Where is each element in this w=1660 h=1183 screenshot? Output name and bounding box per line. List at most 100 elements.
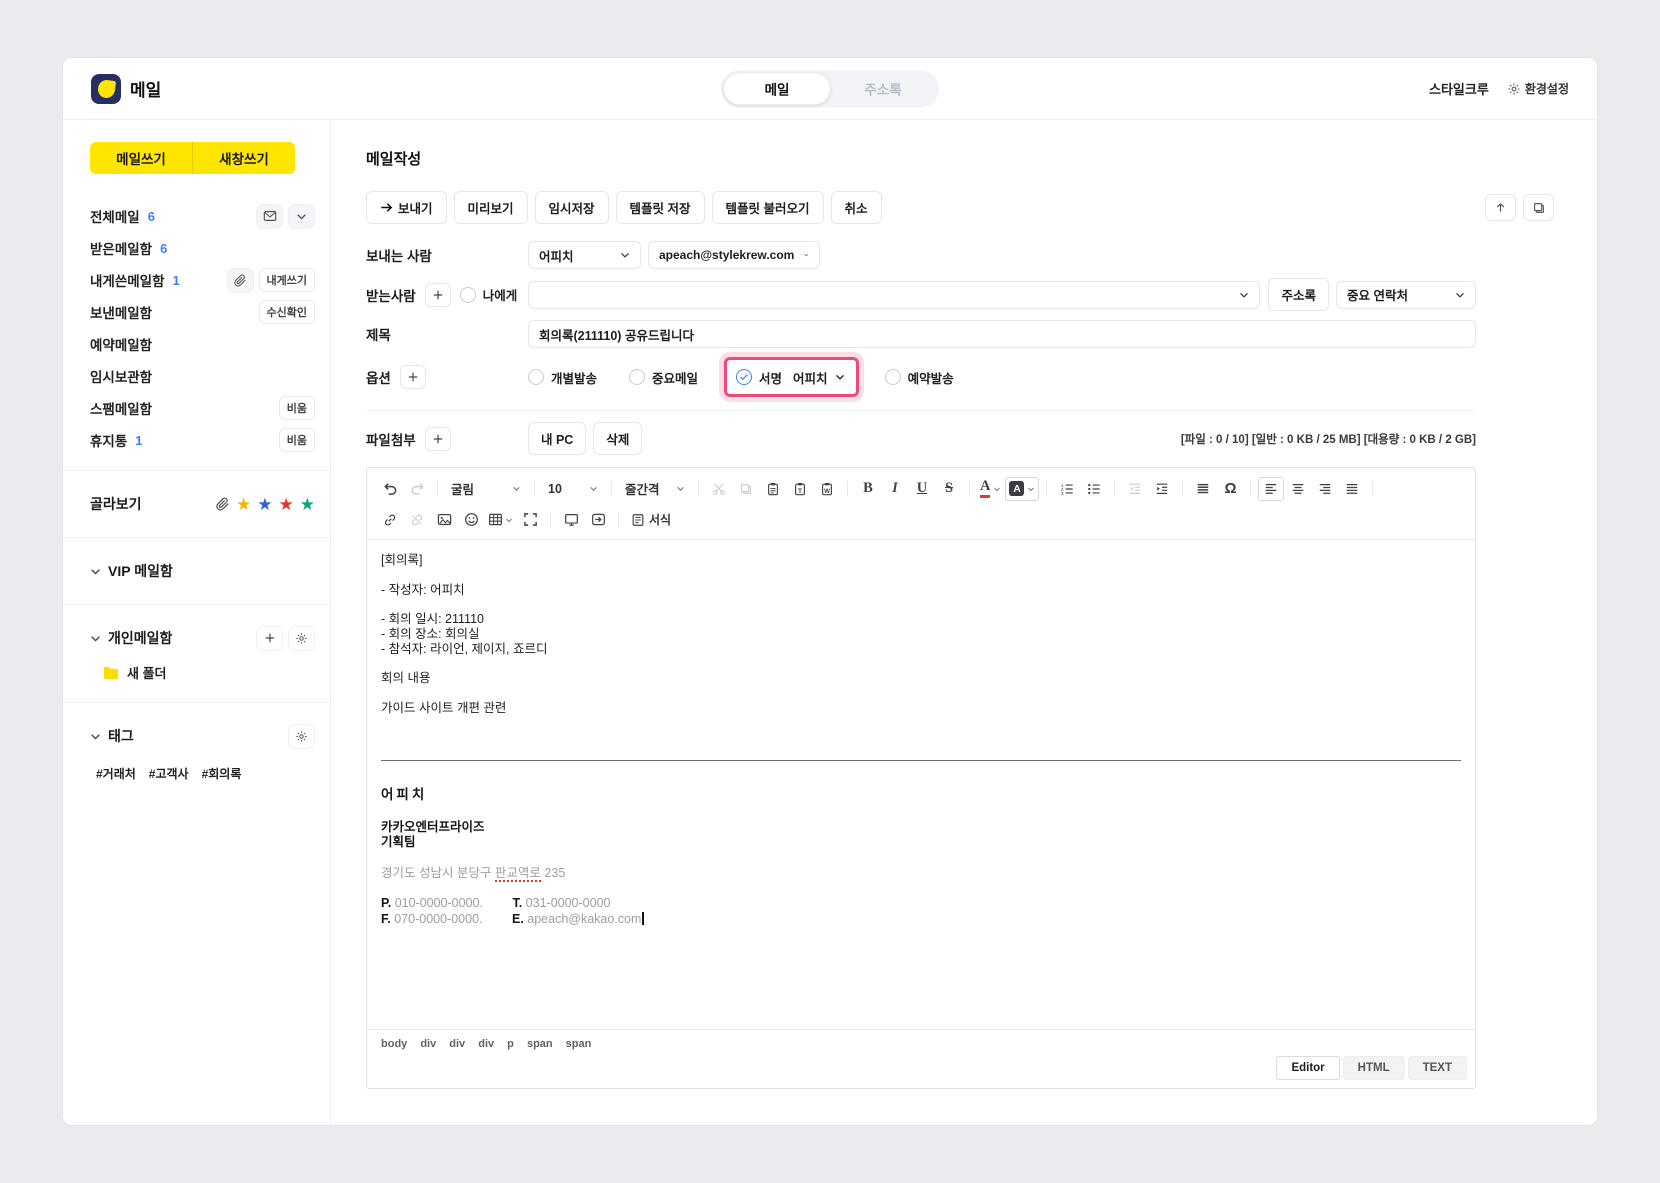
font-color-icon[interactable]: A: [977, 477, 1004, 501]
save-draft-button[interactable]: 임시저장: [535, 191, 609, 224]
insert-link-icon[interactable]: [377, 508, 403, 532]
align-justify-icon[interactable]: [1339, 477, 1365, 501]
sidebar-item-scheduled[interactable]: 예약메일함: [63, 328, 330, 360]
popout-copy-button[interactable]: [1523, 194, 1554, 221]
send-button[interactable]: 보내기: [366, 191, 447, 224]
align-right-icon[interactable]: [1312, 477, 1338, 501]
paste-from-word-icon[interactable]: W: [814, 477, 840, 501]
delete-attachment-button[interactable]: 삭제: [593, 422, 642, 455]
redo-icon[interactable]: [404, 477, 430, 501]
important-mail-checkbox[interactable]: 중요메일: [629, 368, 698, 387]
font-size-select[interactable]: 10: [542, 482, 604, 496]
workspace-name[interactable]: 스타일크루: [1429, 79, 1489, 98]
insert-image-icon[interactable]: [431, 508, 457, 532]
sidebar-item-new-folder[interactable]: 새 폴더: [63, 657, 330, 688]
compose-mail-button[interactable]: 메일쓰기: [90, 142, 192, 174]
special-char-icon[interactable]: Ω: [1217, 477, 1243, 501]
save-template-button[interactable]: 템플릿 저장: [616, 191, 705, 224]
mode-tab-text[interactable]: TEXT: [1408, 1056, 1467, 1080]
tab-addressbook[interactable]: 주소록: [830, 73, 936, 104]
bullet-list-icon[interactable]: [1081, 477, 1107, 501]
strikethrough-icon[interactable]: S: [936, 477, 962, 501]
paperclip-icon[interactable]: [227, 268, 254, 293]
remove-link-icon[interactable]: [404, 508, 430, 532]
sidebar-item-drafts[interactable]: 임시보관함: [63, 360, 330, 392]
signature-select[interactable]: 어피치: [791, 364, 847, 390]
add-recipient-button[interactable]: [425, 283, 451, 307]
filter-label[interactable]: 골라보기: [90, 494, 142, 514]
app-logo[interactable]: 메일: [91, 74, 161, 104]
fullscreen-icon[interactable]: [517, 508, 543, 532]
from-email-select[interactable]: apeach@stylekrew.com: [648, 241, 820, 269]
italic-icon[interactable]: I: [882, 477, 908, 501]
tab-mail[interactable]: 메일: [724, 73, 830, 104]
read-receipt-button[interactable]: 수신확인: [259, 300, 315, 324]
insert-table-icon[interactable]: [485, 508, 516, 532]
underline-icon[interactable]: U: [909, 477, 935, 501]
signature-checkbox[interactable]: 서명: [736, 368, 782, 387]
add-attachment-button[interactable]: [425, 427, 451, 451]
line-spacing-select[interactable]: 줄간격: [619, 479, 691, 498]
ordered-list-icon[interactable]: 123: [1054, 477, 1080, 501]
sidebar-item-allmail[interactable]: 전체메일 6: [63, 200, 330, 232]
mode-tab-html[interactable]: HTML: [1343, 1056, 1405, 1080]
bold-icon[interactable]: B: [855, 477, 881, 501]
write-to-me-button[interactable]: 내게쓰기: [259, 268, 315, 292]
preview-button[interactable]: 미리보기: [454, 191, 528, 224]
subject-input[interactable]: [528, 320, 1476, 348]
cut-icon[interactable]: [706, 477, 732, 501]
tag-item[interactable]: #고객사: [149, 765, 189, 782]
undo-icon[interactable]: [377, 477, 403, 501]
cancel-button[interactable]: 취소: [831, 191, 882, 224]
sidebar-item-tome[interactable]: 내게쓴메일함 1 내게쓰기: [63, 264, 330, 296]
compose-new-window-button[interactable]: 새창쓰기: [192, 142, 295, 174]
empty-spam-button[interactable]: 비움: [279, 396, 315, 420]
add-folder-button[interactable]: [256, 626, 283, 651]
copy-icon[interactable]: [733, 477, 759, 501]
star-yellow-icon[interactable]: ★: [236, 496, 251, 513]
load-template-button[interactable]: 템플릿 불러오기: [712, 191, 824, 224]
sidebar-item-tags[interactable]: 태그: [63, 717, 330, 755]
important-contacts-select[interactable]: 중요 연락처: [1336, 281, 1476, 309]
settings-link[interactable]: 환경설정: [1507, 80, 1569, 97]
attach-from-pc-button[interactable]: 내 PC: [528, 422, 586, 455]
sidebar-item-vip[interactable]: VIP 메일함: [63, 552, 330, 590]
dom-path-breadcrumb[interactable]: body div div div p span span: [367, 1030, 1475, 1054]
paste-as-text-icon[interactable]: T: [787, 477, 813, 501]
chevron-down-icon[interactable]: [288, 204, 315, 229]
attachment-filter-icon[interactable]: [216, 497, 230, 511]
align-center-icon[interactable]: [1285, 477, 1311, 501]
from-name-select[interactable]: 어피치: [528, 241, 641, 269]
envelope-icon[interactable]: [256, 204, 283, 229]
sidebar-item-spam[interactable]: 스팸메일함 비움: [63, 392, 330, 424]
sidebar-item-sent[interactable]: 보낸메일함 수신확인: [63, 296, 330, 328]
recipient-input[interactable]: [528, 281, 1260, 309]
indent-icon[interactable]: [1149, 477, 1175, 501]
insert-emoji-icon[interactable]: [458, 508, 484, 532]
tag-item[interactable]: #회의록: [202, 765, 242, 782]
collapse-up-button[interactable]: [1485, 194, 1516, 221]
editor-screen-icon[interactable]: [558, 508, 584, 532]
outdent-icon[interactable]: [1122, 477, 1148, 501]
format-button[interactable]: 서식: [626, 508, 676, 532]
star-blue-icon[interactable]: ★: [257, 496, 272, 513]
tag-item[interactable]: #거래처: [96, 765, 136, 782]
editor-body[interactable]: [회의록] - 작성자: 어피치 - 회의 일시: 211110 - 회의 장소…: [367, 540, 1475, 1029]
paste-icon[interactable]: [760, 477, 786, 501]
highlight-color-icon[interactable]: A: [1005, 477, 1039, 501]
star-teal-icon[interactable]: ★: [300, 496, 315, 513]
html-source-icon[interactable]: [585, 508, 611, 532]
empty-trash-button[interactable]: 비움: [279, 428, 315, 452]
sidebar-item-personal[interactable]: 개인메일함: [63, 619, 330, 657]
folder-settings-button[interactable]: [288, 626, 315, 651]
star-red-icon[interactable]: ★: [279, 496, 294, 513]
align-left-icon[interactable]: [1258, 477, 1284, 501]
individual-send-checkbox[interactable]: 개별발송: [528, 368, 597, 387]
tag-settings-button[interactable]: [288, 724, 315, 749]
sidebar-item-inbox[interactable]: 받은메일함 6: [63, 232, 330, 264]
scheduled-send-checkbox[interactable]: 예약발송: [885, 368, 954, 387]
address-book-button[interactable]: 주소록: [1268, 278, 1329, 311]
mode-tab-editor[interactable]: Editor: [1276, 1056, 1339, 1080]
add-option-button[interactable]: [400, 365, 426, 389]
font-family-select[interactable]: 굴림: [445, 479, 527, 498]
